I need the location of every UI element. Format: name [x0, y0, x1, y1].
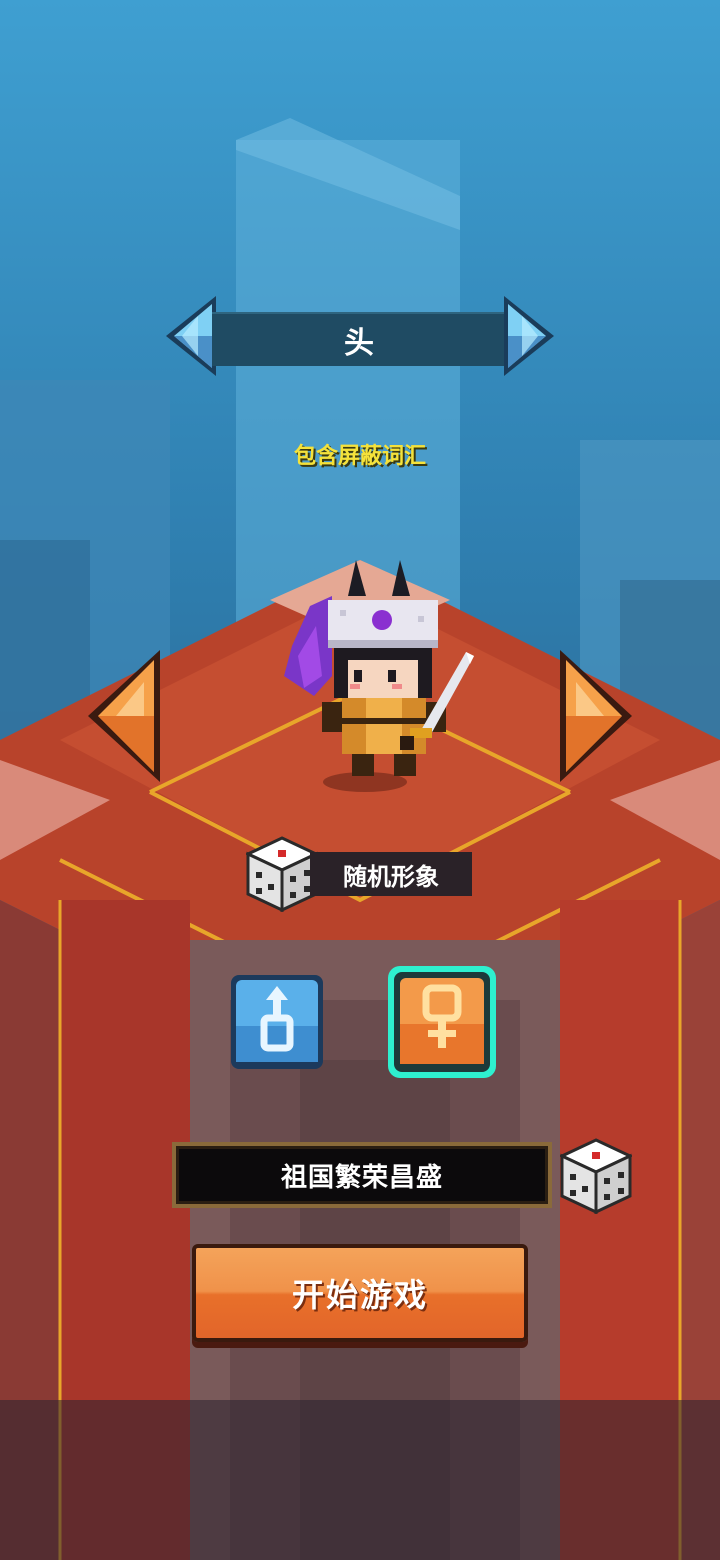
- gender-female-button[interactable]: [386, 964, 498, 1080]
- random-look-label: 随机形象: [343, 862, 439, 891]
- name-input-value: 祖国繁荣昌盛: [280, 1162, 443, 1193]
- name-input[interactable]: 祖国繁荣昌盛: [172, 1142, 552, 1208]
- random-look-dice-icon[interactable]: [246, 836, 318, 912]
- character-avatar: [284, 560, 474, 792]
- random-look-button[interactable]: 随机形象: [310, 852, 472, 896]
- gender-male-button[interactable]: [228, 972, 326, 1072]
- random-name-dice-icon[interactable]: [560, 1138, 632, 1214]
- start-game-button[interactable]: 开始游戏: [192, 1244, 528, 1342]
- next-category-button[interactable]: [500, 292, 558, 380]
- start-game-label: 开始游戏: [291, 1276, 428, 1314]
- next-look-button[interactable]: [556, 646, 636, 786]
- prev-look-button[interactable]: [84, 646, 164, 786]
- warning-text: 包含屏蔽词汇: [293, 444, 426, 469]
- category-selector: 头: [212, 312, 508, 366]
- category-label: 头: [344, 326, 376, 361]
